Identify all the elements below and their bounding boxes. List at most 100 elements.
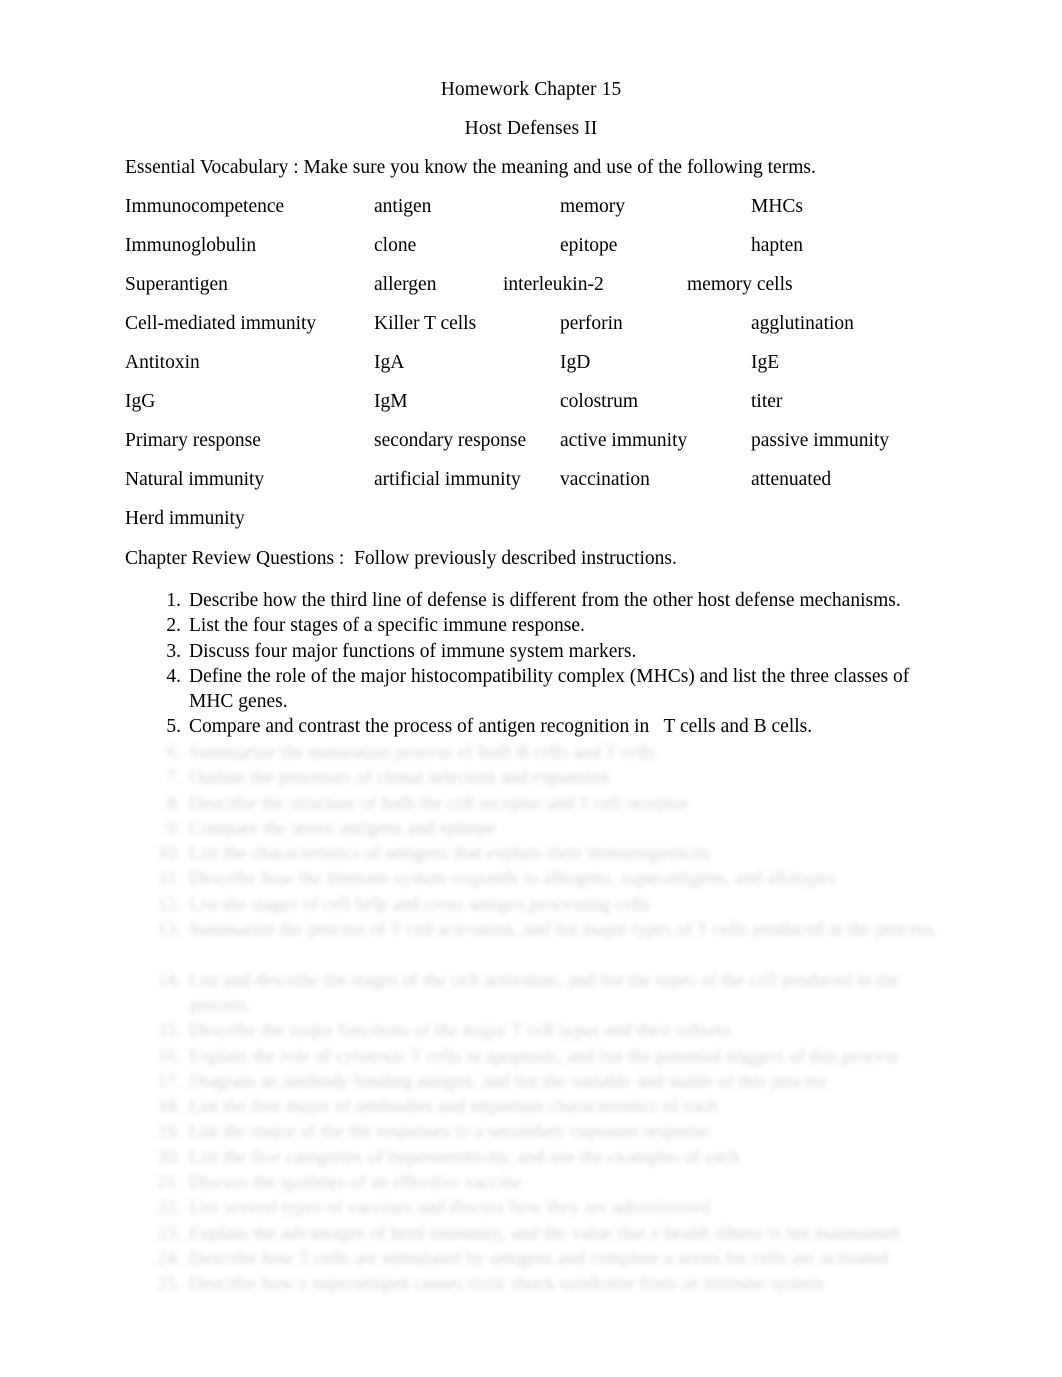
list-item-text: Describe how the third line of defense i… bbox=[189, 590, 901, 611]
review-questions-list: 1. Describe how the third line of defens… bbox=[0, 588, 1062, 740]
faded-list-item-text: Summarize the process of T cell activati… bbox=[189, 919, 938, 941]
vocabulary-term: IgM bbox=[374, 391, 408, 412]
vocabulary-term: IgG bbox=[125, 391, 156, 412]
faded-list-item: 21. Discuss the qualities of an effectiv… bbox=[0, 1170, 1062, 1195]
vocabulary-term: Superantigen bbox=[125, 274, 228, 295]
faded-list-item: 16. Explain the role of cytotoxic T cell… bbox=[0, 1044, 1062, 1069]
faded-list-item-text: List and describe the stages of the cell… bbox=[189, 969, 905, 1016]
faded-list-item: 14. List and describe the stages of the … bbox=[0, 968, 1062, 1019]
faded-list-item-text: Discuss the qualities of an effective va… bbox=[189, 1172, 523, 1194]
vocabulary-row: IgG IgM colostrum titer bbox=[0, 392, 1062, 431]
faded-list-item: 7. Outline the processes of clonal selec… bbox=[0, 765, 1062, 790]
document-title: Homework Chapter 15 bbox=[440, 79, 622, 100]
faded-list-item-number: 19. bbox=[157, 1121, 181, 1143]
vocabulary-term: antigen bbox=[374, 196, 432, 217]
vocabulary-term: colostrum bbox=[560, 391, 638, 412]
vocabulary-term: agglutination bbox=[751, 313, 854, 334]
faded-list-item-number: 12. bbox=[157, 893, 181, 915]
vocabulary-term: allergen bbox=[374, 274, 437, 295]
list-item: 4. Define the role of the major histocom… bbox=[0, 664, 1062, 715]
faded-list-item-text: Compare the seven antigens and epitope bbox=[189, 817, 496, 839]
faded-list-item-number: 20. bbox=[157, 1146, 181, 1168]
faded-list-item-number: 25. bbox=[157, 1273, 181, 1295]
faded-list-item: 8. Describe the structure of both the ce… bbox=[0, 791, 1062, 816]
faded-list-item-text: List the characteristics of antigens tha… bbox=[189, 843, 712, 865]
faded-list-item: 18. List the five major of antibodies an… bbox=[0, 1094, 1062, 1119]
faded-list-item: 12. List the stages of cell help and cro… bbox=[0, 892, 1062, 917]
faded-list-item-number: 22. bbox=[157, 1197, 181, 1219]
list-item-number: 5. bbox=[166, 716, 181, 738]
list-item-number: 4. bbox=[166, 665, 181, 687]
faded-list-item-number: 16. bbox=[157, 1045, 181, 1067]
faded-list-item-text: List the stages of cell help and cross a… bbox=[189, 893, 651, 915]
vocabulary-row: Immunocompetence antigen memory MHCs bbox=[0, 197, 1062, 236]
vocabulary-term: IgA bbox=[374, 352, 405, 373]
vocabulary-row: Primary response secondary response acti… bbox=[0, 431, 1062, 470]
vocabulary-term: artificial immunity bbox=[374, 469, 521, 490]
list-item-text: List the four stages of a specific immun… bbox=[189, 615, 585, 637]
faded-list-item-number: 10. bbox=[157, 843, 181, 865]
list-item-text: Discuss four major functions of immune s… bbox=[189, 640, 637, 662]
vocabulary-table: Immunocompetence antigen memory MHCs Imm… bbox=[0, 197, 1062, 548]
faded-list-item: 23. Explain the advantages of herd immun… bbox=[0, 1221, 1062, 1246]
faded-list-item-text: Describe the structure of both the cell … bbox=[189, 792, 689, 814]
list-item: 3. Discuss four major functions of immun… bbox=[0, 639, 1062, 664]
faded-list-item: 6. Summarize the maturation process of b… bbox=[0, 740, 1062, 765]
vocabulary-term: passive immunity bbox=[751, 430, 890, 451]
faded-list-item-text: Describe how T cells are stimulated by a… bbox=[189, 1247, 889, 1269]
vocabulary-term: Natural immunity bbox=[125, 469, 265, 490]
faded-list-item-text: List the five categories of hypersensiti… bbox=[189, 1146, 740, 1168]
list-item-number: 1. bbox=[166, 590, 181, 611]
vocabulary-term: perforin bbox=[560, 313, 623, 334]
list-item-text: Define the role of the major histocompat… bbox=[189, 665, 915, 713]
faded-list-item-number: 13. bbox=[157, 919, 181, 941]
faded-list-item-number: 23. bbox=[157, 1222, 181, 1244]
vocabulary-term: IgE bbox=[751, 352, 780, 373]
faded-list-item-text: Describe how the immune system responds … bbox=[189, 868, 836, 890]
vocabulary-row: Cell-mediated immunity Killer T cells pe… bbox=[0, 314, 1062, 353]
vocabulary-term: Primary response bbox=[125, 430, 261, 451]
faded-questions-list: 6. Summarize the maturation process of b… bbox=[0, 740, 1062, 1297]
faded-list-item-text: Describe the major functions of the majo… bbox=[189, 1020, 731, 1042]
document-subtitle: Host Defenses II bbox=[464, 118, 598, 139]
faded-list-item-text: Explain the role of cytotoxic T cells in… bbox=[189, 1045, 900, 1067]
faded-list-item-number: 17. bbox=[157, 1070, 181, 1092]
faded-list-item-text: Diagram an antibody binding antigen, and… bbox=[189, 1070, 828, 1092]
faded-list-item: 22. List several types of vaccines and d… bbox=[0, 1195, 1062, 1220]
faded-list-item: 15. Describe the major functions of the … bbox=[0, 1018, 1062, 1043]
faded-list-item: 13. Summarize the process of T cell acti… bbox=[0, 917, 1062, 968]
faded-list-item-text: Summarize the maturation process of both… bbox=[189, 742, 656, 763]
faded-list-item-number: 21. bbox=[157, 1172, 181, 1194]
vocabulary-row: Herd immunity bbox=[0, 509, 1062, 548]
faded-list-item: 25. Describe how a superantigen causes t… bbox=[0, 1271, 1062, 1296]
faded-list-item: 11. Describe how the immune system respo… bbox=[0, 866, 1062, 891]
vocabulary-row: Immunoglobulin clone epitope hapten bbox=[0, 236, 1062, 275]
list-item: 1. Describe how the third line of defens… bbox=[0, 588, 1062, 613]
faded-list-item: 10. List the characteristics of antigens… bbox=[0, 841, 1062, 866]
faded-list-item-text: Outline the processes of clonal selectio… bbox=[189, 767, 610, 789]
faded-list-item-text: List the major of the the responses to a… bbox=[189, 1121, 710, 1143]
faded-list-item: 20. List the five categories of hypersen… bbox=[0, 1145, 1062, 1170]
vocabulary-term: vaccination bbox=[560, 469, 650, 490]
faded-list-item-text: Describe how a superantigen causes toxic… bbox=[189, 1273, 824, 1295]
list-item-number: 3. bbox=[166, 640, 181, 662]
vocabulary-term: Killer T cells bbox=[374, 313, 477, 334]
vocabulary-row: Natural immunity artificial immunity vac… bbox=[0, 470, 1062, 509]
faded-list-item-text: Explain the advantages of herd immunity,… bbox=[189, 1222, 900, 1244]
faded-list-item: 19. List the major of the the responses … bbox=[0, 1119, 1062, 1144]
vocabulary-term: memory cells bbox=[687, 274, 793, 295]
faded-list-item-number: 8. bbox=[166, 792, 181, 814]
vocabulary-term: Immunoglobulin bbox=[125, 235, 257, 256]
vocabulary-term: memory bbox=[560, 196, 625, 217]
vocabulary-term: attenuated bbox=[751, 469, 832, 490]
vocabulary-term: secondary response bbox=[374, 430, 527, 451]
faded-list-item-number: 15. bbox=[157, 1020, 181, 1042]
vocabulary-term: epitope bbox=[560, 235, 618, 256]
faded-list-item: 9. Compare the seven antigens and epitop… bbox=[0, 816, 1062, 841]
vocabulary-term: active immunity bbox=[560, 430, 688, 451]
faded-list-item: 24. Describe how T cells are stimulated … bbox=[0, 1246, 1062, 1271]
faded-list-item-number: 18. bbox=[157, 1096, 181, 1118]
vocabulary-row: Superantigen allergen interleukin-2 memo… bbox=[0, 275, 1062, 314]
faded-list-item-number: 9. bbox=[166, 817, 181, 839]
vocabulary-term: MHCs bbox=[751, 196, 804, 217]
